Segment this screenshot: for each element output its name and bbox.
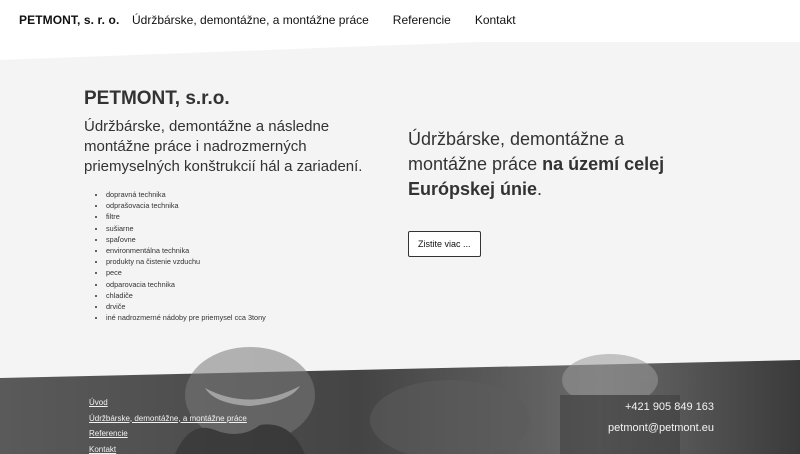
footer-link-referencie[interactable]: Referencie <box>89 426 247 442</box>
hero-subtitle: Údržbárske, demontážne a následne montáž… <box>84 118 363 175</box>
list-item: environmentálna technika <box>106 245 384 256</box>
footer-link-prace[interactable]: Údržbárske, demontážne, a montážne práce <box>89 411 247 427</box>
nav-links: Údržbárske, demontážne, a montážne práce… <box>132 13 540 27</box>
hero-tagline-block: Údržbárske, demontážne a montážne práce … <box>408 127 708 257</box>
hero-tagline: Údržbárske, demontážne a montážne práce … <box>408 127 708 202</box>
learn-more-button[interactable]: Zistite viac ... <box>408 231 481 257</box>
footer-links: Úvod Údržbárske, demontážne, a montážne … <box>89 395 247 454</box>
list-item: odprašovacia technika <box>106 200 384 211</box>
product-list: dopravná technika odprašovacia technika … <box>106 189 384 323</box>
nav-link-prace[interactable]: Údržbárske, demontážne, a montážne práce <box>132 13 369 27</box>
top-navigation: PETMONT, s. r. o. Údržbárske, demontážne… <box>0 0 800 42</box>
list-item: spaľovne <box>106 234 384 245</box>
list-item: iné nadrozmerné nádoby pre priemysel cca… <box>106 312 384 323</box>
list-item: pece <box>106 267 384 278</box>
list-item: drviče <box>106 301 384 312</box>
list-item: dopravná technika <box>106 189 384 200</box>
nav-link-kontakt[interactable]: Kontakt <box>475 13 516 27</box>
footer-link-kontakt[interactable]: Kontakt <box>89 442 247 454</box>
nav-link-referencie[interactable]: Referencie <box>393 13 451 27</box>
footer: Úvod Údržbárske, demontážne, a montážne … <box>0 348 800 454</box>
list-item: produkty na čistenie vzduchu <box>106 256 384 267</box>
tagline-end: . <box>537 179 543 199</box>
list-item: chladiče <box>106 290 384 301</box>
hero-title: PETMONT, s.r.o. <box>84 88 230 109</box>
footer-contact: +421 905 849 163 petmont@petmont.eu <box>608 397 714 438</box>
footer-email[interactable]: petmont@petmont.eu <box>608 418 714 439</box>
footer-phone[interactable]: +421 905 849 163 <box>608 397 714 418</box>
list-item: sušiarne <box>106 223 384 234</box>
list-item: filtre <box>106 211 384 222</box>
brand-link[interactable]: PETMONT, s. r. o. <box>19 13 119 27</box>
hero-intro: PETMONT, s.r.o. Údržbárske, demontážne a… <box>84 88 384 323</box>
list-item: odparovacia technika <box>106 279 384 290</box>
footer-link-uvod[interactable]: Úvod <box>89 395 247 411</box>
